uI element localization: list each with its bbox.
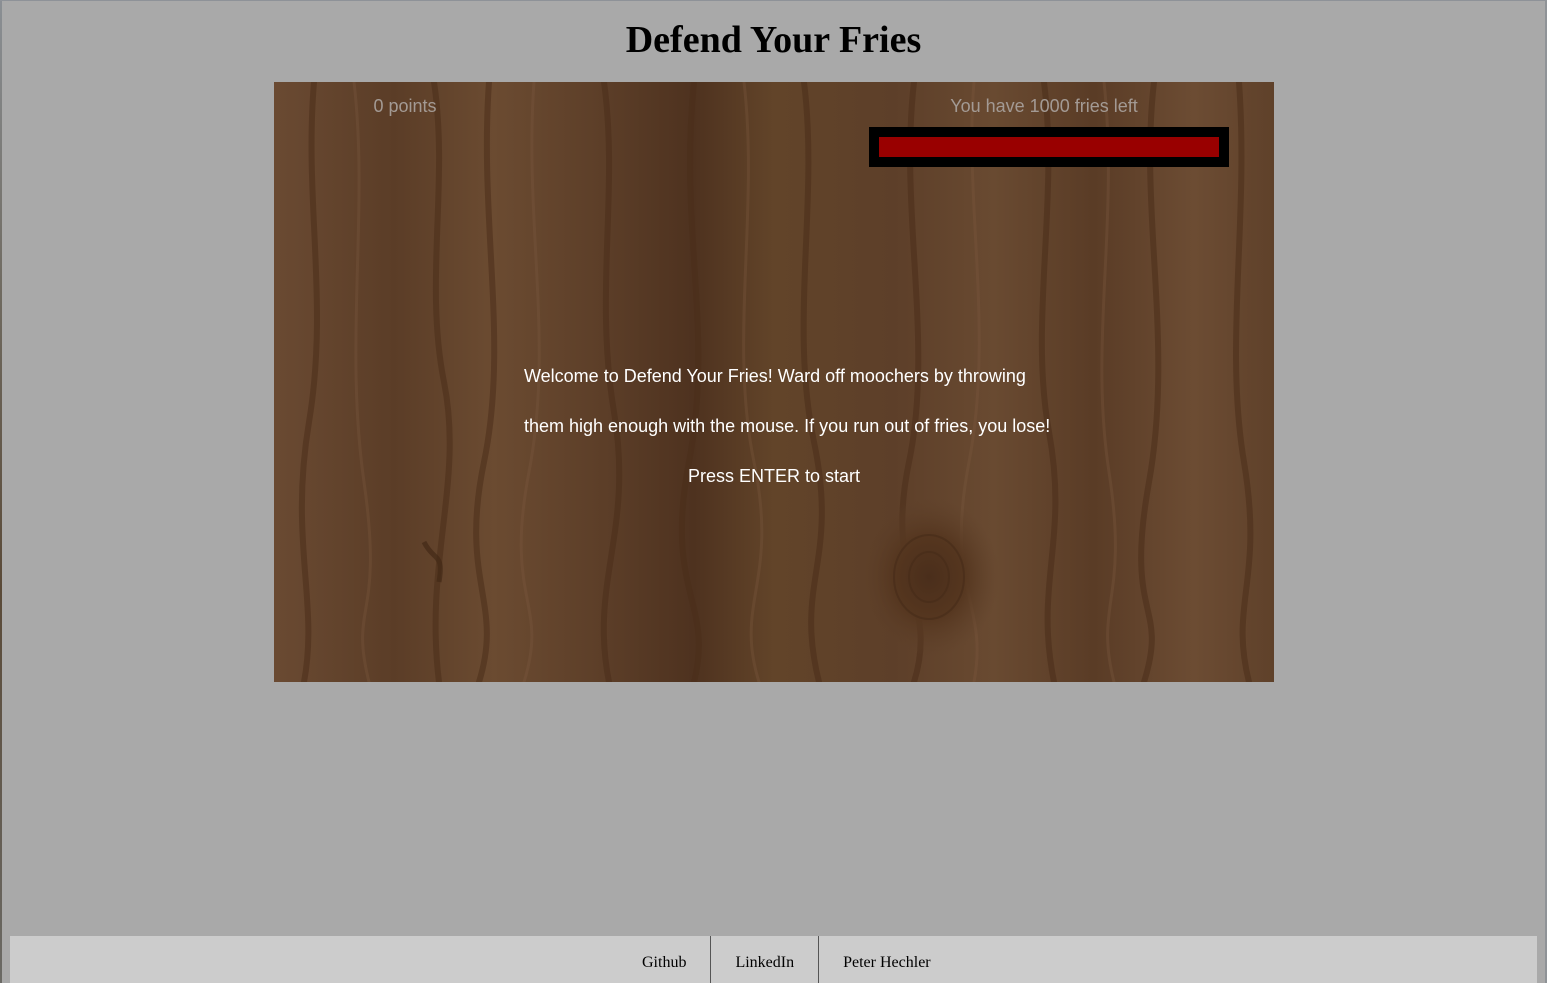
github-link[interactable]: Github [618, 936, 710, 983]
author-link[interactable]: Peter Hechler [819, 936, 955, 983]
welcome-message-line-2: them high enough with the mouse. If you … [524, 416, 1051, 436]
score-display: 0 points [373, 96, 437, 116]
footer-links: Github LinkedIn Peter Hechler [618, 936, 955, 983]
fries-health-bar [869, 127, 1229, 167]
fries-health-bar-fill [879, 137, 1219, 157]
footer: Github LinkedIn Peter Hechler [10, 936, 1537, 983]
linkedin-link[interactable]: LinkedIn [711, 936, 818, 983]
window-edge-top [0, 0, 1547, 1]
fries-remaining-display: You have 1000 fries left [950, 96, 1138, 116]
page-title: Defend Your Fries [625, 19, 922, 61]
start-prompt: Press ENTER to start [687, 466, 861, 486]
welcome-message-line-1: Welcome to Defend Your Fries! Ward off m… [524, 366, 1026, 386]
window-edge-left [0, 0, 2, 983]
game-canvas[interactable]: 0 points You have 1000 fries left Welcom… [274, 82, 1274, 682]
